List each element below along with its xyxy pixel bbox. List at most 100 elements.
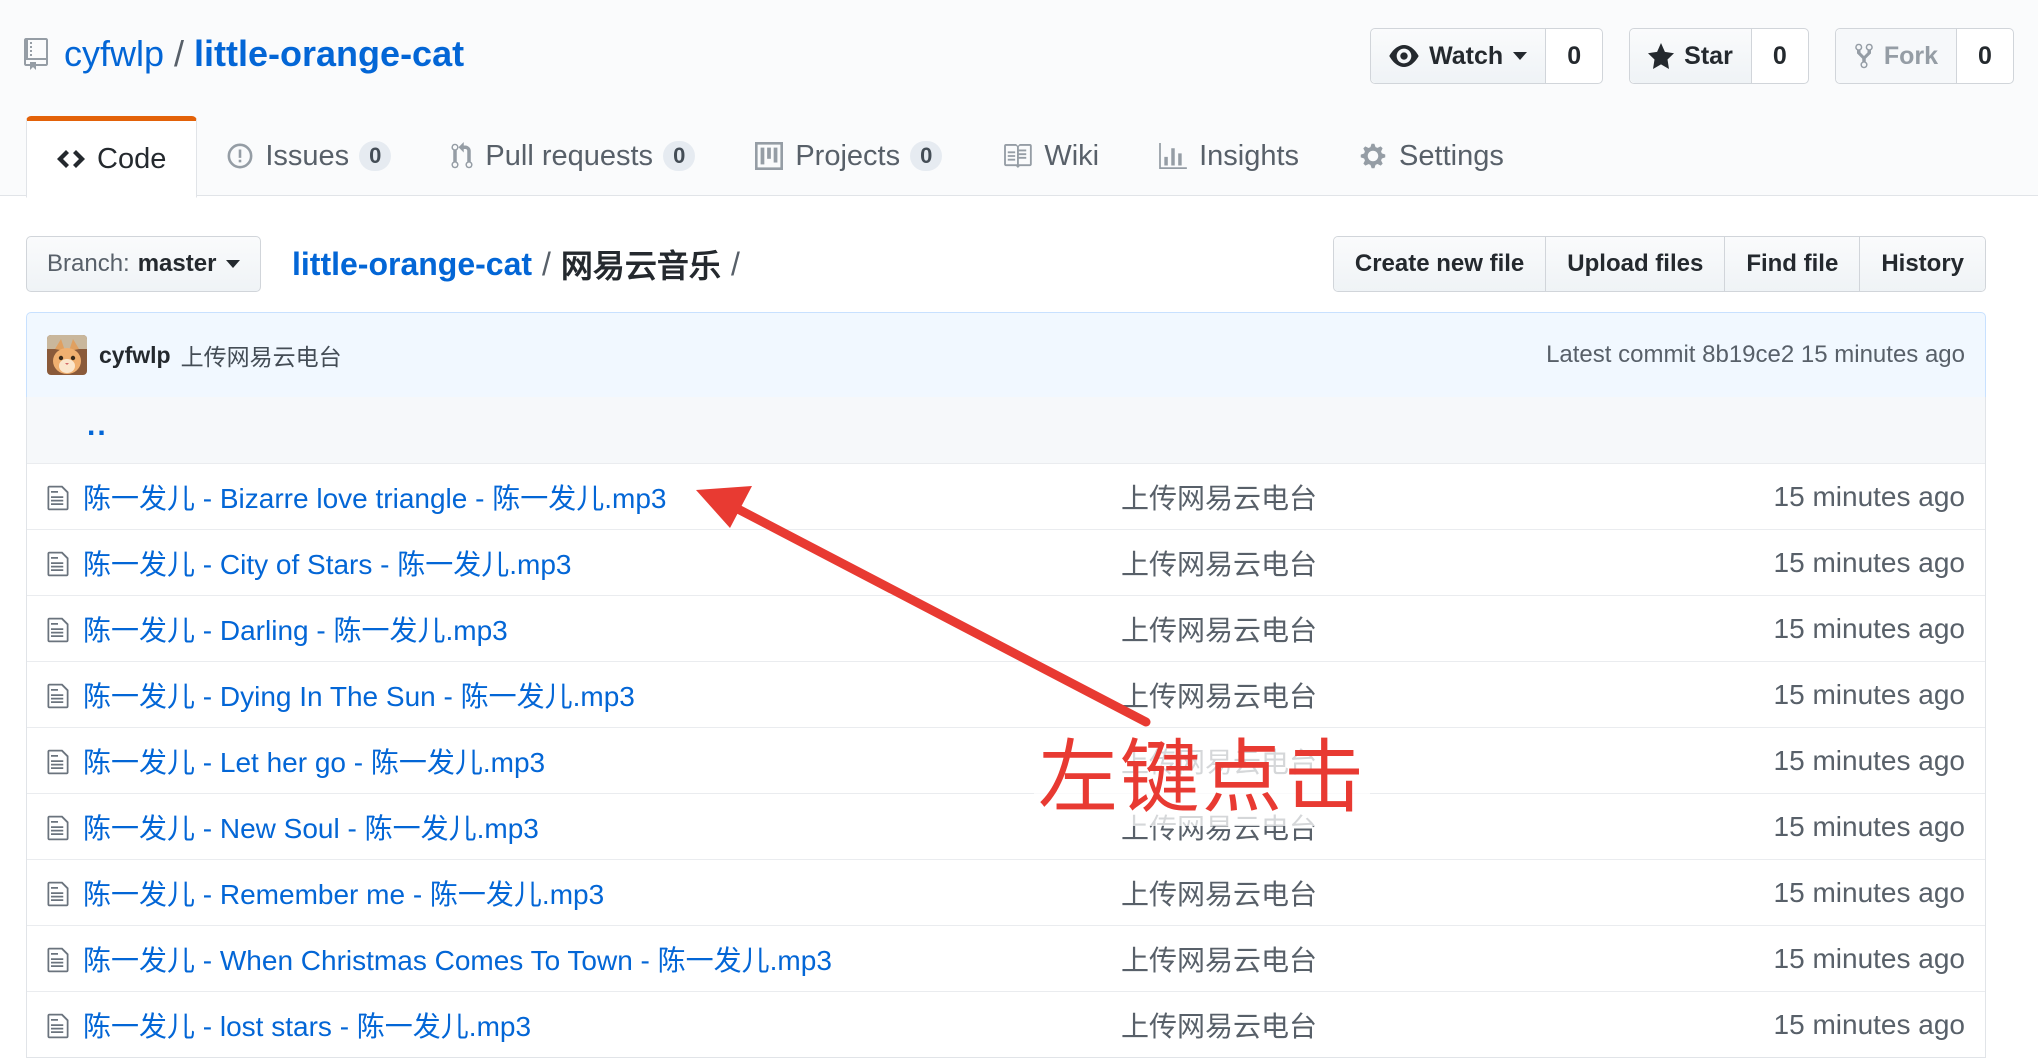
file-name-link[interactable]: 陈一发儿 - Bizarre love triangle - 陈一发儿.mp3	[83, 477, 666, 517]
file-icon	[47, 947, 69, 973]
pull-request-icon	[451, 142, 473, 169]
repo-name-link[interactable]: little-orange-cat	[194, 33, 464, 75]
breadcrumb: little-orange-cat / 网易云音乐 /	[292, 236, 750, 292]
file-commit-message-link[interactable]: 上传网易云电台	[1121, 675, 1317, 715]
repo-owner-link[interactable]: cyfwlp	[64, 33, 164, 75]
tab-projects[interactable]: Projects 0	[725, 116, 972, 196]
branch-select-button[interactable]: Branch: master	[26, 236, 262, 292]
tab-pull-requests-label: Pull requests	[485, 139, 654, 172]
file-age: 15 minutes ago	[1773, 678, 1965, 710]
repo-header: cyfwlp / little-orange-cat Watch 0 Star …	[0, 0, 2038, 198]
fork-button[interactable]: Fork	[1835, 29, 1957, 83]
tab-issues-label: Issues	[265, 139, 350, 172]
star-label: Star	[1684, 41, 1733, 70]
create-new-file-button[interactable]: Create new file	[1333, 237, 1547, 291]
repo-nav: Code Issues 0 Pull requests 0 Projects 0…	[26, 116, 1534, 198]
tab-issues[interactable]: Issues 0	[197, 116, 421, 196]
avatar[interactable]	[47, 335, 87, 375]
breadcrumb-current: 网易云音乐	[560, 248, 721, 284]
repo-actions: Watch 0 Star 0 Fork 0	[1370, 28, 2014, 84]
table-row: 陈一发儿 - Remember me - 陈一发儿.mp3 上传网易云电台 15 m…	[27, 859, 1985, 925]
tab-wiki[interactable]: Wiki	[972, 116, 1129, 196]
table-row: 陈一发儿 - Dying In The Sun - 陈一发儿.mp3 上传网易云电…	[27, 661, 1985, 727]
commit-message-link[interactable]: 上传网易云电台	[181, 338, 342, 372]
file-name-link[interactable]: 陈一发儿 - Dying In The Sun - 陈一发儿.mp3	[83, 675, 635, 715]
repo-title: cyfwlp / little-orange-cat	[24, 30, 464, 78]
tab-projects-label: Projects	[795, 139, 901, 172]
file-name-link[interactable]: 陈一发儿 - When Christmas Comes To Town - 陈一…	[83, 939, 832, 979]
parent-directory-link[interactable]: ..	[87, 409, 108, 443]
file-age: 15 minutes ago	[1773, 480, 1965, 512]
tab-pull-requests[interactable]: Pull requests 0	[421, 116, 725, 196]
repo-separator: /	[174, 33, 185, 74]
fork-count[interactable]: 0	[1957, 29, 2013, 83]
file-commit-message-link[interactable]: 上传网易云电台	[1121, 1005, 1317, 1045]
file-commit-message-link[interactable]: 上传网易云电台	[1121, 543, 1317, 583]
tab-settings[interactable]: Settings	[1329, 116, 1534, 196]
file-name-link[interactable]: 陈一发儿 - Darling - 陈一发儿.mp3	[83, 609, 508, 649]
cat-avatar-icon	[47, 335, 87, 375]
file-icon	[47, 881, 69, 907]
breadcrumb-separator: /	[542, 245, 551, 282]
file-icon	[47, 683, 69, 709]
fork-icon	[1855, 43, 1873, 69]
file-commit-message-link[interactable]: 上传网易云电台	[1121, 609, 1317, 649]
file-icon	[47, 815, 69, 841]
commit-age: 15 minutes ago	[1800, 341, 1965, 368]
chevron-down-icon	[1513, 52, 1528, 60]
file-name-link[interactable]: 陈一发儿 - Remember me - 陈一发儿.mp3	[83, 873, 604, 913]
star-count[interactable]: 0	[1752, 29, 1808, 83]
file-name-link[interactable]: 陈一发儿 - City of Stars - 陈一发儿.mp3	[83, 543, 572, 583]
tab-settings-label: Settings	[1399, 139, 1504, 172]
latest-commit-label: Latest commit	[1546, 341, 1696, 368]
file-commit-message-link[interactable]: 上传网易云电台	[1121, 873, 1317, 913]
commit-sha-link[interactable]: 8b19ce2	[1702, 341, 1794, 368]
file-age: 15 minutes ago	[1773, 810, 1965, 842]
projects-counter: 0	[910, 141, 943, 171]
table-row: 陈一发儿 - Let her go - 陈一发儿.mp3上传网易云电台15 mi…	[27, 727, 1985, 793]
file-age: 15 minutes ago	[1773, 942, 1965, 974]
file-age: 15 minutes ago	[1773, 876, 1965, 908]
file-name-link[interactable]: 陈一发儿 - Let her go - 陈一发儿.mp3	[83, 741, 545, 781]
gear-icon	[1360, 143, 1386, 169]
file-icon	[47, 749, 69, 775]
file-icon	[47, 485, 69, 511]
file-actions: Create new file Upload files Find file H…	[1332, 236, 1986, 292]
upload-files-button[interactable]: Upload files	[1546, 237, 1726, 291]
code-icon	[57, 150, 85, 168]
tab-code-label: Code	[97, 142, 167, 175]
file-icon	[47, 1013, 69, 1039]
watch-count[interactable]: 0	[1546, 29, 1602, 83]
commit-author-link[interactable]: cyfwlp	[99, 342, 171, 369]
watch-button[interactable]: Watch	[1371, 29, 1547, 83]
latest-commit-bar: cyfwlp 上传网易云电台 Latest commit 8b19ce2 15 …	[26, 312, 1986, 398]
table-row: 陈一发儿 - New Soul - 陈一发儿.mp3 上传网易云电台 15 minu…	[27, 793, 1985, 859]
file-name-link[interactable]: 陈一发儿 - lost stars - 陈一发儿.mp3	[83, 1005, 531, 1045]
file-name-link[interactable]: 陈一发儿 - New Soul - 陈一发儿.mp3	[83, 807, 539, 847]
issues-counter: 0	[359, 141, 392, 171]
tab-code[interactable]: Code	[26, 116, 198, 198]
file-commit-message-link[interactable]: 上传网易云电台	[1121, 477, 1317, 517]
project-icon	[755, 142, 784, 170]
star-button[interactable]: Star	[1630, 29, 1752, 83]
star-icon	[1648, 43, 1675, 69]
repo-icon	[24, 38, 48, 70]
table-row: 陈一发儿 - Bizarre love triangle - 陈一发儿.mp3 上…	[27, 463, 1985, 529]
file-age: 15 minutes ago	[1773, 612, 1965, 644]
file-age: 15 minutes ago	[1773, 744, 1965, 776]
book-icon	[1004, 144, 1033, 168]
history-button[interactable]: History	[1860, 237, 1985, 291]
file-navigation: Branch: master little-orange-cat / 网易云音乐…	[26, 236, 1986, 292]
table-row: 陈一发儿 - City of Stars - 陈一发儿.mp3 上传网易云电台 15…	[27, 529, 1985, 595]
branch-label: Branch:	[47, 250, 130, 277]
breadcrumb-root-link[interactable]: little-orange-cat	[292, 246, 532, 283]
tab-insights[interactable]: Insights	[1129, 116, 1329, 196]
file-age: 15 minutes ago	[1773, 1008, 1965, 1040]
graph-icon	[1159, 143, 1187, 169]
breadcrumb-trail-separator: /	[730, 245, 740, 282]
find-file-button[interactable]: Find file	[1725, 237, 1861, 291]
branch-value: master	[137, 250, 217, 277]
issue-icon	[227, 143, 253, 169]
file-commit-message-link[interactable]: 上传网易云电台	[1121, 939, 1317, 979]
watch-label: Watch	[1429, 41, 1504, 70]
